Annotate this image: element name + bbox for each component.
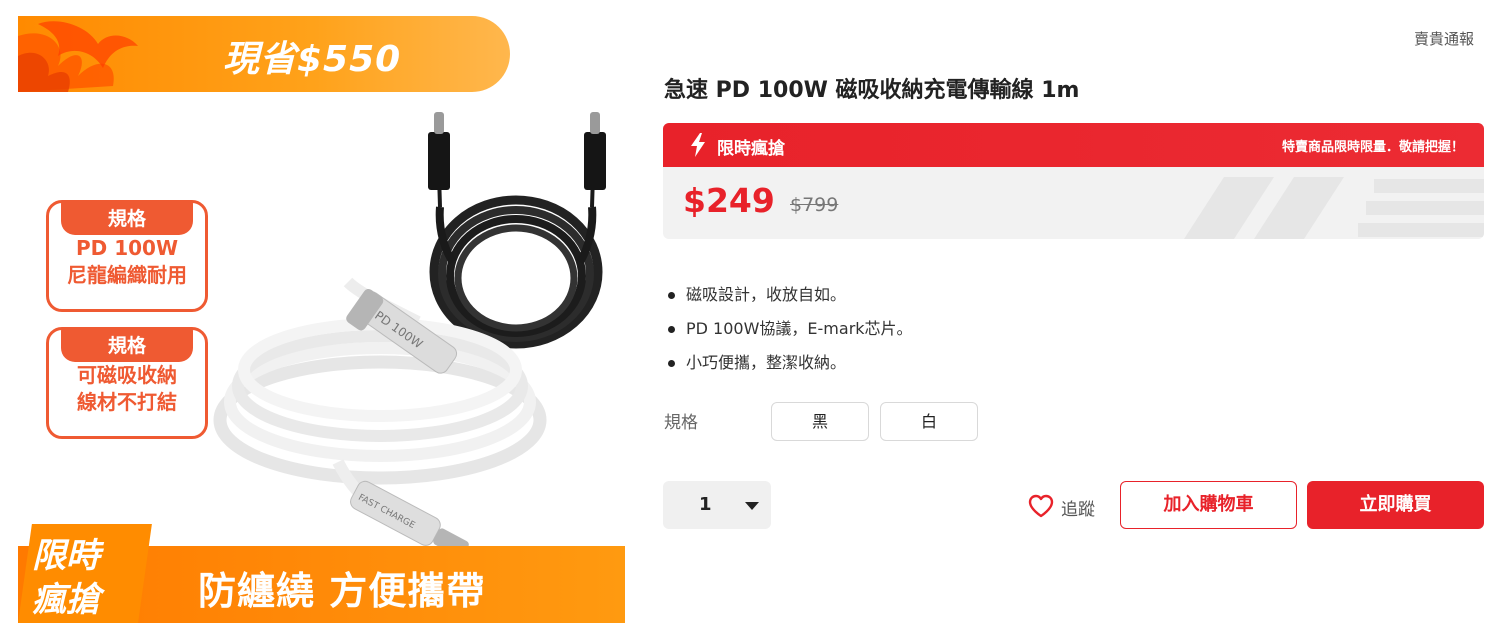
flash-sale-panel: 限時瘋搶 特賣商品限時限量．敬請把握！ $249 $799 — [663, 123, 1484, 239]
badge-line: 線材不打結 — [77, 390, 177, 414]
product-title: 急速 PD 100W 磁吸收納充電傳輸線 1m — [664, 78, 1080, 103]
decorative-stripes — [1184, 177, 1484, 239]
spec-option-white[interactable]: 白 — [880, 402, 978, 441]
flash-sale-note: 特賣商品限時限量．敬請把握！ — [1281, 140, 1464, 155]
add-to-cart-button[interactable]: 加入購物車 — [1120, 481, 1297, 529]
save-amount-text: 現省$550 — [223, 39, 402, 80]
spec-label: 規格 — [664, 413, 698, 433]
quantity-value: 1 — [699, 494, 712, 515]
buy-now-button[interactable]: 立即購買 — [1307, 481, 1484, 529]
feature-item: PD 100W協議，E-mark芯片。 — [664, 312, 913, 346]
caret-down-icon — [745, 502, 759, 510]
follow-label: 追蹤 — [1061, 500, 1095, 520]
feature-item: 磁吸設計，收放自如。 — [664, 278, 913, 312]
cable-illustration: PD 100W FAST CHARGE — [213, 112, 606, 558]
spec-option-black[interactable]: 黑 — [771, 402, 869, 441]
feature-list: 磁吸設計，收放自如。 PD 100W協議，E-mark芯片。 小巧便攜，整潔收納… — [664, 278, 913, 380]
flash-sale-label: 限時瘋搶 — [717, 139, 785, 159]
lightning-icon — [691, 133, 705, 157]
report-expensive-link[interactable]: 賣貴通報 — [1414, 28, 1474, 49]
sale-price: $249 — [683, 181, 775, 220]
bottom-banner: 限時 瘋搶 防纏繞 方便攜帶 — [18, 524, 625, 623]
spec-badge-nylon: 規格 PD 100W 尼龍編織耐用 — [46, 200, 208, 312]
badge-head: 規格 — [61, 203, 193, 235]
badge-line: 尼龍編織耐用 — [67, 263, 187, 287]
quantity-select[interactable]: 1 — [663, 481, 771, 529]
badge-line: 可磁吸收納 — [77, 363, 177, 387]
heart-icon — [1028, 494, 1054, 518]
badge-line: PD 100W — [75, 236, 179, 260]
badge-head: 規格 — [61, 330, 193, 362]
price-row: $249 $799 — [663, 167, 1484, 239]
flash-line-2: 瘋搶 — [32, 580, 100, 620]
black-cable — [428, 112, 606, 349]
product-image[interactable]: 現省$550 規格 PD 100W 尼龍編織耐用 規格 可磁吸收納 線材不打結 — [18, 16, 625, 623]
spec-badge-magnetic: 規格 可磁吸收納 線材不打結 — [46, 327, 208, 439]
flash-line-1: 限時 — [32, 536, 100, 576]
flash-sale-header: 限時瘋搶 特賣商品限時限量．敬請把握！ — [663, 123, 1484, 167]
original-price: $799 — [790, 194, 839, 216]
save-banner: 現省$550 — [18, 16, 510, 92]
flame-icon — [18, 21, 138, 92]
feature-item: 小巧便攜，整潔收納。 — [664, 346, 913, 380]
slogan-text: 防纏繞 方便攜帶 — [198, 569, 486, 613]
